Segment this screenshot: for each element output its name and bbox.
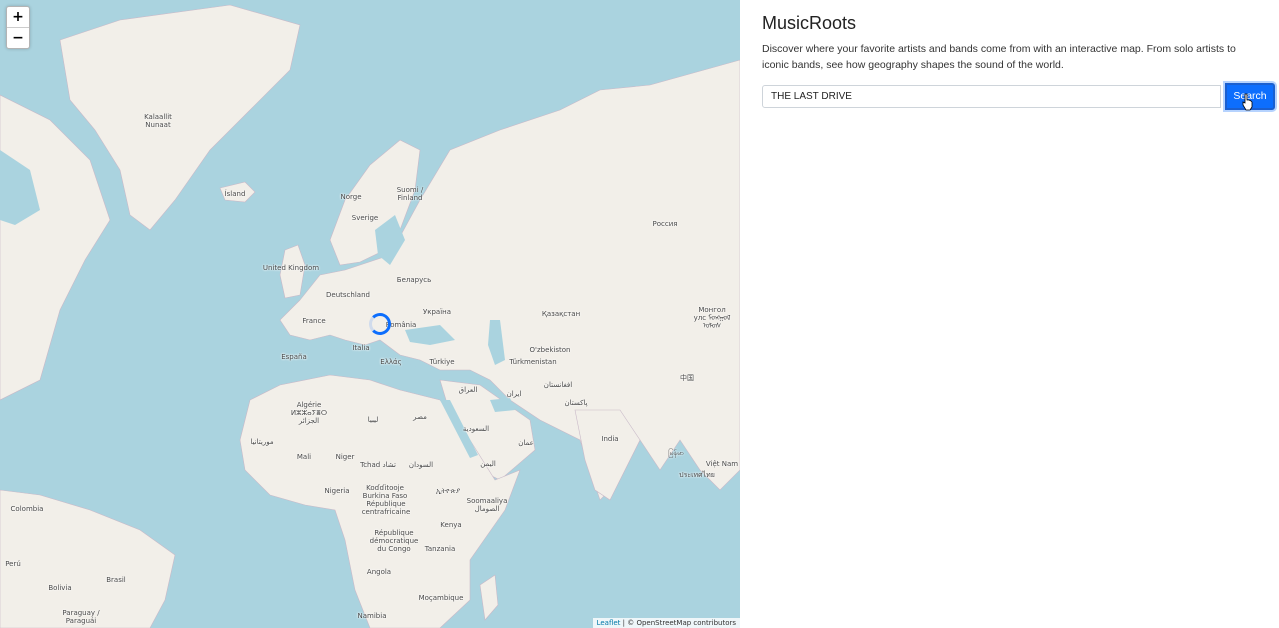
map-label-thailand: ประเทศไทย xyxy=(679,471,715,479)
north-america-land xyxy=(0,94,111,401)
zoom-in-button[interactable]: + xyxy=(7,7,29,28)
hand-cursor-icon xyxy=(1242,93,1253,111)
map-label-greenland: Kalaallit Nunaat xyxy=(144,113,172,129)
map-label-iran: ایران xyxy=(506,390,522,398)
page-description: Discover where your favorite artists and… xyxy=(762,43,1236,71)
map-label-germany: Deutschland xyxy=(326,291,370,299)
search-input[interactable]: THE LAST DRIVE xyxy=(762,85,1221,108)
map-label-mauritania: موريتانيا xyxy=(250,438,274,446)
loading-spinner-icon xyxy=(369,313,391,335)
map-label-niger: Niger xyxy=(335,453,355,461)
zoom-control: + − xyxy=(6,6,30,49)
map-label-namibia: Namibia xyxy=(357,612,387,620)
map-label-turkmenistan: Türkmenistan xyxy=(509,358,557,366)
map-label-drc: République démocratique du Congo xyxy=(369,529,419,553)
map-label-burkina: Koɗɗitooje Burkina Faso xyxy=(362,484,408,500)
map-label-libya: ليبيا xyxy=(367,416,379,424)
map-label-somalia: Soomaaliya الصومال xyxy=(466,497,508,513)
map-label-uk: United Kingdom xyxy=(262,264,320,272)
map-label-greece: Ελλάς xyxy=(380,358,402,366)
map-label-car: République centrafricaine xyxy=(361,500,411,516)
map-label-yemen: اليمن xyxy=(480,460,496,468)
map-label-egypt: مصر xyxy=(413,413,427,421)
map-label-algeria: Algérie ⵍⵣⵣⴰⵢⴻⵔ الجزائر xyxy=(290,401,328,425)
zoom-out-button[interactable]: − xyxy=(7,28,29,48)
map-label-kenya: Kenya xyxy=(440,521,462,529)
map-label-vietnam: Việt Nam xyxy=(705,460,739,468)
map-label-iceland: Ísland xyxy=(224,190,246,198)
map-label-peru: Perú xyxy=(5,560,21,568)
map-label-kazakhstan: Қазақстан xyxy=(541,310,581,318)
map-label-paraguay: Paraguay / Paraguái xyxy=(62,609,100,625)
map-label-pakistan: پاکستان xyxy=(564,399,588,407)
map-label-colombia: Colombia xyxy=(10,505,44,513)
map-label-india: India xyxy=(601,435,619,443)
attribution-text: | © OpenStreetMap contributors xyxy=(622,619,736,627)
world-map[interactable]: Kalaallit Nunaat Ísland Norge Suomi / Fi… xyxy=(0,0,740,628)
map-label-finland: Suomi / Finland xyxy=(396,186,424,202)
map-label-ethiopia: ኢትዮጵያ xyxy=(435,487,461,495)
map-label-sudan: السودان xyxy=(408,461,434,469)
map-label-belarus: Беларусь xyxy=(396,276,432,284)
map-label-chad: Tchad تشاد xyxy=(360,461,396,469)
page-title: MusicRoots xyxy=(762,13,857,33)
map-label-tanzania: Tanzania xyxy=(424,545,456,553)
map-label-nigeria: Nigeria xyxy=(324,487,350,495)
map-label-italy: Italia xyxy=(352,344,370,352)
map-label-norway: Norge xyxy=(340,193,362,201)
map-label-mongolia: Монгол улс ᠮᠣᠩᠭᠣᠯ ᠤᠯᠤᠰ xyxy=(693,306,731,330)
map-label-russia: Россия xyxy=(652,220,678,228)
map-label-mali: Mali xyxy=(296,453,312,461)
map-label-mozambique: Moçambique xyxy=(418,594,464,602)
map-label-turkey: Türkiye xyxy=(429,358,455,366)
map-label-afghanistan: افغانستان xyxy=(543,381,573,389)
side-panel: MusicRoots Discover where your favorite … xyxy=(740,0,1279,628)
map-label-bolivia: Bolivia xyxy=(48,584,72,592)
map-label-china: 中国 xyxy=(680,374,694,382)
leaflet-link[interactable]: Leaflet xyxy=(597,619,621,627)
map-label-sweden: Sverige xyxy=(351,214,379,222)
map-label-spain: España xyxy=(281,353,307,361)
map-label-brasil: Brasil xyxy=(106,576,126,584)
map-label-angola: Angola xyxy=(366,568,392,576)
map-attribution: Leaflet | © OpenStreetMap contributors xyxy=(592,618,740,628)
map-label-france: France xyxy=(302,317,326,325)
map-label-myanmar: မြန်မာ xyxy=(668,449,684,457)
map-label-uzbekistan: O'zbekiston xyxy=(529,346,571,354)
map-label-saudi: السعودية xyxy=(462,425,490,433)
map-label-ukraine: Україна xyxy=(422,308,452,316)
map-label-oman: عمان xyxy=(518,439,534,447)
madagascar-land xyxy=(479,574,499,621)
map-label-iraq: العراق xyxy=(458,386,478,394)
